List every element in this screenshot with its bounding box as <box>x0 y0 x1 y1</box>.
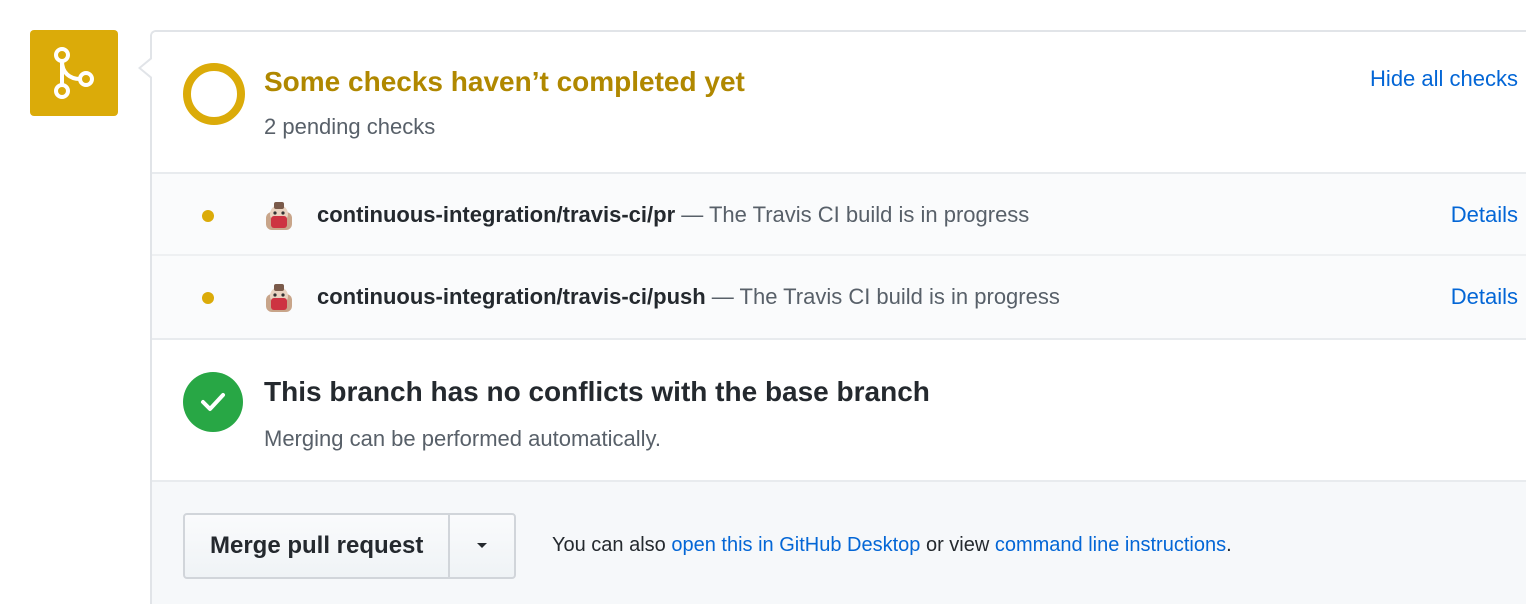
check-description: — The Travis CI build is in progress <box>675 202 1030 227</box>
hide-all-checks-link[interactable]: Hide all checks <box>1370 66 1518 92</box>
details-link[interactable]: Details <box>1451 284 1518 310</box>
travis-ci-icon <box>266 202 292 230</box>
merge-options-dropdown[interactable] <box>448 515 514 577</box>
check-name: continuous-integration/travis-ci/push <box>317 284 706 309</box>
git-merge-icon <box>54 47 94 99</box>
check-description: — The Travis CI build is in progress <box>705 284 1060 309</box>
check-text: continuous-integration/travis-ci/push — … <box>317 284 1060 310</box>
help-middle: or view <box>920 534 995 556</box>
checks-summary: Some checks haven’t completed yet 2 pend… <box>152 32 1526 172</box>
check-name: continuous-integration/travis-ci/pr <box>317 202 676 227</box>
help-prefix: You can also <box>552 534 672 556</box>
branch-title: This branch has no conflicts with the ba… <box>264 376 930 407</box>
merge-section: Merge pull request You can also open thi… <box>152 482 1526 604</box>
merge-pull-request-button[interactable]: Merge pull request <box>185 515 448 577</box>
checks-subtitle: 2 pending checks <box>264 114 436 139</box>
checks-title: Some checks haven’t completed yet <box>264 66 745 97</box>
details-link[interactable]: Details <box>1451 202 1518 228</box>
check-row: continuous-integration/travis-ci/pr — Th… <box>152 174 1526 256</box>
pending-dot-icon <box>202 292 214 304</box>
check-icon <box>201 393 225 411</box>
pending-dot-icon <box>202 210 214 222</box>
travis-ci-icon <box>266 284 292 312</box>
check-row: continuous-integration/travis-ci/push — … <box>152 256 1526 338</box>
merge-button-group: Merge pull request <box>183 513 517 579</box>
check-list: continuous-integration/travis-ci/pr — Th… <box>152 172 1526 340</box>
branch-status: This branch has no conflicts with the ba… <box>152 340 1526 482</box>
check-text: continuous-integration/travis-ci/pr — Th… <box>317 202 1029 228</box>
branch-subtitle: Merging can be performed automatically. <box>264 426 662 451</box>
panel-caret-inner <box>141 59 152 77</box>
open-in-github-desktop-link[interactable]: open this in GitHub Desktop <box>671 534 920 556</box>
success-circle <box>183 372 243 432</box>
help-suffix: . <box>1226 534 1232 556</box>
caret-down-icon <box>477 543 488 548</box>
merge-badge <box>30 30 118 116</box>
pending-ring-icon <box>183 63 245 125</box>
command-line-instructions-link[interactable]: command line instructions <box>995 534 1226 556</box>
merge-status-page: Some checks haven’t completed yet 2 pend… <box>0 0 1526 604</box>
merge-help-text: You can also open this in GitHub Desktop… <box>552 534 1232 557</box>
merge-status-panel: Some checks haven’t completed yet 2 pend… <box>150 30 1526 604</box>
